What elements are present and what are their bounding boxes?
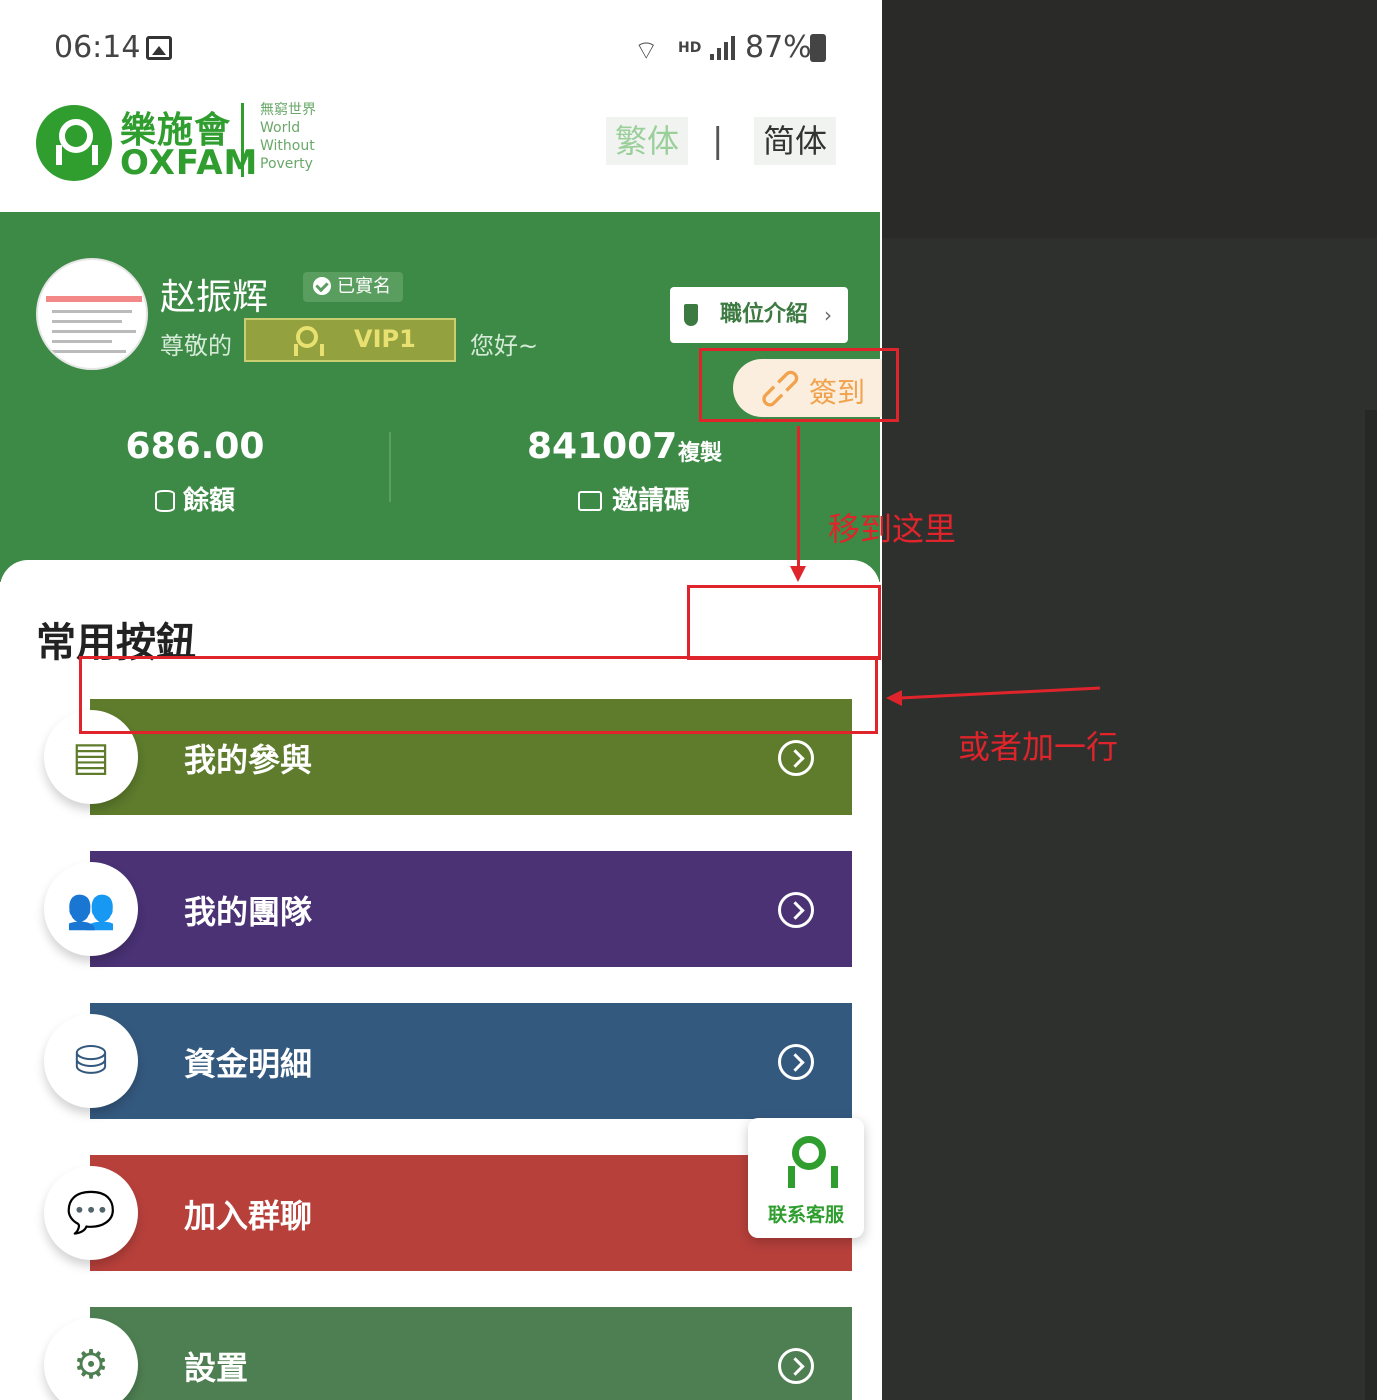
hd-icon: HD bbox=[678, 40, 702, 56]
annotation-arrow-head bbox=[790, 566, 806, 582]
copy-invite-button[interactable]: 複製 bbox=[678, 435, 722, 467]
lang-traditional-button[interactable]: 繁体 bbox=[606, 117, 688, 165]
database-icon bbox=[154, 490, 175, 512]
annotation-box-checkin bbox=[699, 348, 899, 422]
menu-item-label: 設置 bbox=[184, 1349, 249, 1387]
background-dark-edge bbox=[1365, 410, 1377, 1400]
annotation-add-row: 或者加一行 bbox=[958, 728, 1119, 766]
invite-label: 邀請碼 bbox=[612, 486, 691, 516]
menu-item-funds-detail[interactable]: 資金明細 bbox=[90, 1003, 852, 1119]
menu-item-team[interactable]: 我的團隊 bbox=[90, 851, 852, 967]
medal-icon bbox=[684, 304, 698, 326]
group-chat-icon[interactable]: 💬 bbox=[44, 1166, 138, 1260]
vip-level: VIP1 bbox=[354, 325, 416, 353]
menu-item-settings[interactable]: 設置 bbox=[90, 1307, 852, 1400]
check-circle-icon bbox=[313, 277, 331, 295]
logo-tagline-line: Without bbox=[260, 138, 315, 154]
oxfam-service-icon bbox=[786, 1136, 838, 1190]
chevron-circle-right-icon bbox=[778, 892, 814, 928]
background-dark-top bbox=[882, 0, 1377, 238]
status-bar: 06:14 ⌔ HD 87% bbox=[0, 0, 882, 95]
balance-value: 686.00 bbox=[125, 426, 265, 467]
team-icon[interactable]: 👥 bbox=[44, 862, 138, 956]
menu-item-label: 資金明細 bbox=[184, 1045, 313, 1083]
position-intro-label: 職位介紹 bbox=[720, 302, 809, 327]
logo-tagline-line: 無窮世界 bbox=[260, 102, 316, 118]
team-glyph: 👥 bbox=[66, 886, 116, 932]
logo-tagline-line: World bbox=[260, 120, 301, 136]
stats-divider bbox=[389, 432, 391, 502]
signal-icon bbox=[710, 36, 736, 60]
funds-detail-glyph: ⛁ bbox=[74, 1038, 108, 1084]
annotation-arrow-left bbox=[886, 686, 1101, 706]
chevron-right-icon: › bbox=[824, 303, 832, 327]
funds-detail-icon[interactable]: ⛁ bbox=[44, 1014, 138, 1108]
annotation-move-here: 移到这里 bbox=[828, 510, 957, 548]
greeting: 您好~ bbox=[470, 332, 539, 360]
customer-service-label: 联系客服 bbox=[767, 1204, 844, 1226]
chevron-circle-right-icon bbox=[778, 1348, 814, 1384]
battery-icon bbox=[810, 34, 826, 62]
logo-divider bbox=[241, 103, 244, 177]
wifi-icon: ⌔ bbox=[634, 36, 659, 66]
respect-prefix: 尊敬的 bbox=[160, 332, 232, 360]
group-chat-glyph: 💬 bbox=[66, 1190, 116, 1236]
verified-label: 已實名 bbox=[337, 276, 391, 297]
chevron-circle-right-icon bbox=[778, 740, 814, 776]
gear-icon[interactable]: ⚙ bbox=[44, 1318, 138, 1400]
customer-service-button[interactable]: 联系客服 bbox=[748, 1118, 864, 1238]
menu-item-label: 我的團隊 bbox=[184, 893, 313, 931]
annotation-arrow-line bbox=[797, 426, 800, 572]
gear-glyph: ⚙ bbox=[73, 1342, 109, 1388]
position-intro-button[interactable]: 職位介紹 › bbox=[670, 287, 848, 343]
logo-english-name: OXFAM bbox=[120, 143, 259, 183]
inbox-icon bbox=[578, 491, 602, 511]
menu-item-label: 我的參與 bbox=[184, 741, 313, 779]
avatar[interactable] bbox=[36, 258, 148, 370]
verified-badge: 已實名 bbox=[303, 272, 403, 302]
gallery-icon bbox=[146, 36, 172, 60]
battery-percentage: 87% bbox=[745, 30, 812, 65]
balance-label: 餘額 bbox=[182, 486, 235, 516]
lang-separator: | bbox=[712, 121, 724, 161]
menu-item-group-chat[interactable]: 加入群聊 bbox=[90, 1155, 852, 1271]
lang-simplified-button[interactable]: 简体 bbox=[754, 117, 836, 165]
balance-label-row: 餘額 bbox=[100, 480, 290, 517]
menu-item-label: 加入群聊 bbox=[184, 1197, 313, 1235]
vip-oxfam-icon bbox=[292, 326, 324, 356]
annotation-box-new-row bbox=[79, 656, 878, 734]
logo-tagline: 無窮世界 World Without Poverty bbox=[260, 101, 316, 173]
annotation-box-target bbox=[687, 585, 881, 660]
vip-badge: VIP1 bbox=[244, 318, 456, 362]
invite-label-row: 邀請碼 bbox=[578, 480, 690, 517]
invite-code-value: 841007 bbox=[527, 426, 678, 467]
chevron-circle-right-icon bbox=[778, 1044, 814, 1080]
user-name: 赵振辉 bbox=[160, 277, 269, 318]
app-header: 樂施會 OXFAM 無窮世界 World Without Poverty 繁体 … bbox=[0, 95, 882, 212]
logo-tagline-line: Poverty bbox=[260, 156, 313, 172]
oxfam-logo-icon bbox=[36, 105, 112, 181]
status-time: 06:14 bbox=[54, 30, 141, 65]
